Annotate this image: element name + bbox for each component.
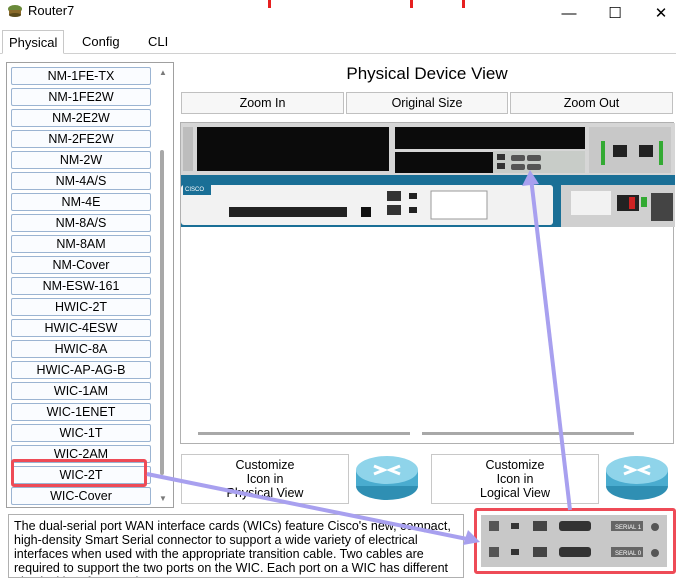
minimize-button[interactable]: —	[546, 0, 592, 26]
red-marker	[268, 0, 271, 8]
list-item[interactable]: NM-ESW-161	[11, 277, 151, 295]
device-view-canvas: CISCO	[180, 122, 675, 444]
list-item[interactable]: NM-Cover	[11, 256, 151, 274]
zoom-out-button[interactable]: Zoom Out	[510, 92, 673, 114]
original-size-button[interactable]: Original Size	[346, 92, 508, 114]
list-item[interactable]: WIC-1AM	[11, 382, 151, 400]
maximize-button[interactable]: ☐	[592, 0, 638, 26]
red-marker	[410, 0, 413, 8]
list-item[interactable]: NM-8A/S	[11, 214, 151, 232]
router-icon	[606, 456, 668, 500]
list-item[interactable]: NM-2FE2W	[11, 130, 151, 148]
scroll-up-icon[interactable]: ▲	[157, 68, 169, 78]
selected-item-highlight	[11, 459, 147, 487]
router-icon	[356, 456, 418, 500]
list-item[interactable]: HWIC-4ESW	[11, 319, 151, 337]
list-item[interactable]: WIC-1T	[11, 424, 151, 442]
list-item[interactable]: NM-2W	[11, 151, 151, 169]
list-item[interactable]: NM-2E2W	[11, 109, 151, 127]
list-item[interactable]: NM-4A/S	[11, 172, 151, 190]
router-image: CISCO	[181, 123, 675, 227]
tab-config[interactable]: Config	[76, 30, 126, 54]
serial-0-label: SERIAL 0	[615, 551, 642, 557]
horizontal-scrollbar[interactable]	[198, 432, 410, 435]
list-scrollbar[interactable]	[160, 150, 164, 475]
button-line: Customize	[235, 458, 295, 472]
list-item[interactable]: WIC-Cover	[11, 487, 151, 505]
module-description: The dual-serial port WAN interface cards…	[8, 514, 464, 578]
list-item[interactable]: NM-1FE-TX	[11, 67, 151, 85]
button-line: Icon in	[246, 472, 284, 486]
scroll-down-icon[interactable]: ▼	[157, 494, 169, 504]
router-app-icon	[8, 5, 22, 17]
tab-bar: Physical Config CLI	[0, 30, 676, 54]
list-item[interactable]: HWIC-2T	[11, 298, 151, 316]
wic-2t-image: SERIAL 1 SERIAL 0	[481, 515, 667, 567]
list-item[interactable]: HWIC-8A	[11, 340, 151, 358]
red-marker	[462, 0, 465, 8]
close-button[interactable]: ✕	[638, 0, 676, 26]
tab-physical[interactable]: Physical	[2, 30, 65, 54]
module-list: NM-1FE-TX NM-1FE2W NM-2E2W NM-2FE2W NM-2…	[6, 62, 174, 508]
window-title: Router7	[28, 3, 75, 18]
button-line: Customize	[485, 458, 545, 472]
list-item[interactable]: WIC-1ENET	[11, 403, 151, 421]
zoom-in-button[interactable]: Zoom In	[181, 92, 344, 114]
button-line: Logical View	[480, 486, 550, 500]
list-item[interactable]: NM-4E	[11, 193, 151, 211]
list-item[interactable]: HWIC-AP-AG-B	[11, 361, 151, 379]
list-item[interactable]: NM-8AM	[11, 235, 151, 253]
customize-logical-button[interactable]: Customize Icon in Logical View	[431, 454, 599, 504]
list-item[interactable]: NM-1FE2W	[11, 88, 151, 106]
horizontal-scrollbar[interactable]	[422, 432, 634, 435]
module-thumbnail: SERIAL 1 SERIAL 0	[474, 508, 676, 574]
button-line: Physical View	[226, 486, 304, 500]
customize-physical-button[interactable]: Customize Icon in Physical View	[181, 454, 349, 504]
button-line: Icon in	[496, 472, 534, 486]
serial-1-label: SERIAL 1	[615, 525, 642, 531]
tab-cli[interactable]: CLI	[142, 30, 174, 54]
brand-label: CISCO	[185, 187, 204, 193]
physical-device-view-title: Physical Device View	[346, 64, 508, 83]
